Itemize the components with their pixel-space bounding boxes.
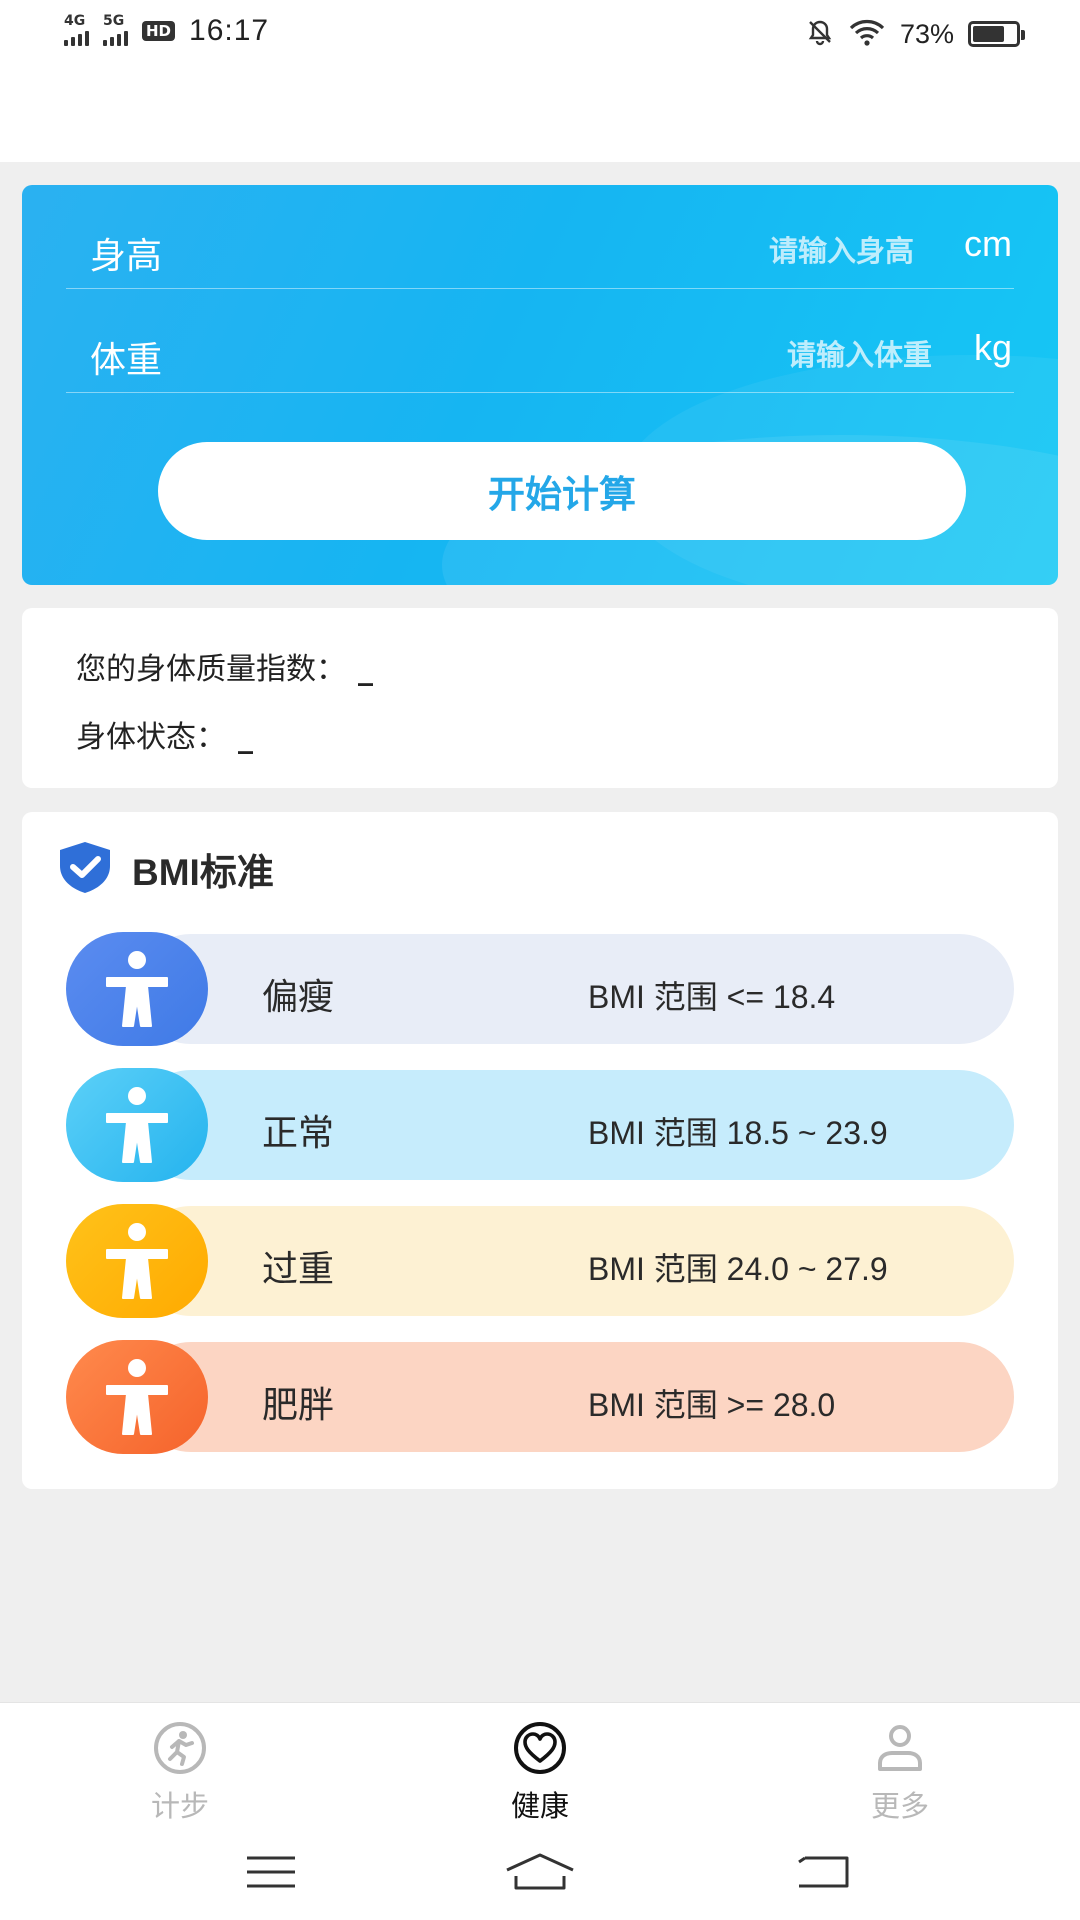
signal-4g-icon: 4G: [64, 13, 89, 46]
shield-check-icon: [56, 840, 114, 898]
person-icon: [66, 1068, 208, 1182]
tab-steps[interactable]: 计步: [100, 1721, 260, 1825]
body-status-label: 身体状态：: [76, 720, 226, 755]
bmi-result-line: 您的身体质量指数： _: [76, 644, 373, 688]
standard-row-normal: 正常 BMI 范围 18.5 ~ 23.9: [66, 1068, 1014, 1182]
body-status-line: 身体状态： _: [76, 712, 253, 756]
network-type-2: 5G: [103, 12, 125, 29]
person-icon: [66, 1340, 208, 1454]
height-unit: cm: [964, 223, 1012, 264]
standard-range: BMI 范围 18.5 ~ 23.9: [588, 1115, 888, 1151]
battery-percent: 73%: [899, 18, 954, 49]
battery-icon: [968, 21, 1025, 47]
running-man-icon: [148, 1721, 212, 1779]
bmi-input-card: 身高 cm 体重 kg 开始计算: [22, 185, 1058, 585]
height-input[interactable]: [654, 231, 914, 271]
tab-more-label: 更多: [870, 1789, 929, 1823]
mute-bell-icon: [806, 18, 834, 50]
standard-range: BMI 范围 >= 28.0: [588, 1387, 836, 1423]
system-nav-bar: [0, 1822, 1080, 1920]
standard-row-obese: 肥胖 BMI 范围 >= 28.0: [66, 1340, 1014, 1454]
standards-header: BMI标准: [56, 840, 274, 898]
back-icon: [798, 1856, 849, 1888]
menu-icon: [247, 1856, 295, 1888]
top-bar: 4G 5G HD 16:17 73%: [0, 0, 1080, 162]
standard-name: 正常: [262, 1113, 335, 1154]
person-icon: [66, 932, 208, 1046]
battery-fill: [973, 26, 1004, 42]
weight-label: 体重: [90, 340, 163, 381]
bmi-value: _: [358, 652, 373, 687]
standard-range: BMI 范围 24.0 ~ 27.9: [588, 1251, 888, 1287]
standard-name: 肥胖: [262, 1385, 335, 1426]
height-label: 身高: [90, 236, 163, 277]
status-bar: 4G 5G HD 16:17 73%: [0, 0, 1080, 70]
back-nav-button[interactable]: [778, 1850, 868, 1894]
weight-unit: kg: [973, 327, 1012, 368]
user-icon: [868, 1721, 932, 1779]
status-time: 16:17: [189, 14, 270, 47]
standard-name: 偏瘦: [262, 977, 335, 1018]
bottom-tab-bar: 计步 健康 更多: [0, 1702, 1080, 1825]
person-icon: [66, 1204, 208, 1318]
tab-more[interactable]: 更多: [820, 1721, 980, 1825]
standard-row-underweight: 偏瘦 BMI 范围 <= 18.4: [66, 932, 1014, 1046]
weight-row: 体重 kg: [66, 289, 1014, 393]
bmi-result-card: 您的身体质量指数： _ 身体状态： _: [22, 608, 1058, 788]
network-type-1: 4G: [64, 12, 86, 29]
standard-name: 过重: [262, 1249, 335, 1290]
standard-range: BMI 范围 <= 18.4: [588, 979, 836, 1015]
standard-row-overweight: 过重 BMI 范围 24.0 ~ 27.9: [66, 1204, 1014, 1318]
start-calculate-button[interactable]: 开始计算: [158, 442, 966, 540]
tab-steps-label: 计步: [150, 1789, 209, 1823]
app-screen: 4G 5G HD 16:17 73% 身高 请输入身高 cm 体重 请输入体重 …: [0, 0, 1080, 1920]
height-row: 身高 cm: [66, 185, 1014, 289]
weight-input[interactable]: [672, 335, 932, 375]
menu-nav-button[interactable]: [226, 1850, 316, 1894]
home-icon: [506, 1853, 574, 1890]
tab-health[interactable]: 健康: [460, 1721, 620, 1825]
bmi-label: 您的身体质量指数：: [76, 652, 346, 687]
hd-badge: HD: [142, 21, 176, 41]
standards-title: BMI标准: [132, 852, 274, 893]
home-nav-button[interactable]: [495, 1850, 585, 1894]
body-status-value: _: [238, 720, 253, 755]
status-right: 73%: [806, 18, 1025, 50]
wifi-icon: [848, 18, 886, 50]
tab-health-label: 健康: [510, 1789, 569, 1823]
bmi-standards-card: BMI标准 偏瘦 BMI 范围 <= 18.4 正常 BMI 范围 18.5 ~…: [22, 812, 1058, 1489]
status-left: 4G 5G HD 16:17: [64, 13, 270, 48]
heart-icon: [508, 1721, 572, 1779]
signal-5g-icon: 5G: [103, 13, 128, 46]
